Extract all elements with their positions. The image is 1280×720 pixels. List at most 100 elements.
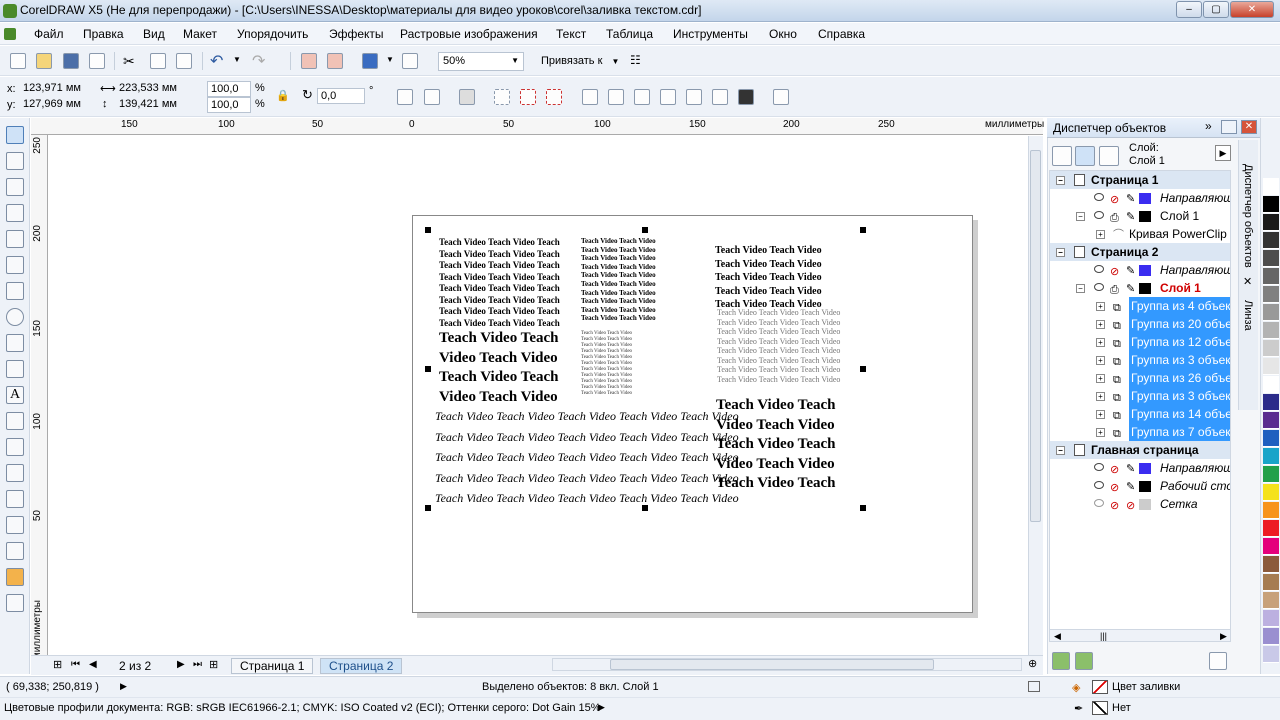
eyedropper-tool-icon[interactable] [6, 516, 24, 534]
undo-dropdown-icon[interactable]: ▼ [233, 55, 241, 64]
restore-button[interactable]: ▢ [1203, 1, 1229, 18]
pick-tool-icon[interactable] [6, 126, 24, 144]
palette-swatch[interactable] [1263, 196, 1279, 213]
text-fill-block-large-left[interactable]: Teach Video Teach Video Teach Video Teac… [439, 329, 558, 407]
show-properties-icon[interactable] [1052, 146, 1072, 166]
rotation-angle-field[interactable]: 0,0 [317, 88, 365, 104]
text-fill-block-micro[interactable]: Teach Video Teach Video Teach Video Teac… [581, 331, 632, 397]
fill-tool-icon[interactable] [6, 568, 24, 586]
expand-icon[interactable]: + [1096, 230, 1105, 239]
menu-tools[interactable]: Инструменты [673, 27, 748, 41]
copy-icon[interactable] [150, 53, 166, 69]
zoom-level-select[interactable]: 50% ▼ [438, 52, 524, 71]
back-minus-front-icon[interactable] [738, 89, 754, 105]
selection-handle[interactable] [425, 227, 431, 233]
expand-icon[interactable]: + [1096, 338, 1105, 347]
palette-swatch[interactable] [1263, 394, 1279, 411]
scale-y-field[interactable]: 100,0 [207, 97, 251, 113]
expand-status-icon[interactable]: ▶ [120, 681, 127, 692]
ungroup-icon[interactable] [520, 89, 536, 105]
snap-to-button[interactable]: Привязать к ▼ [541, 55, 619, 67]
cut-icon[interactable]: ✂ [123, 53, 135, 70]
outline-tool-icon[interactable] [6, 542, 24, 560]
collapse-icon[interactable]: − [1056, 176, 1065, 185]
minimize-docker-icon[interactable] [1221, 120, 1237, 134]
menu-window[interactable]: Окно [769, 27, 797, 41]
printing-disabled-icon[interactable]: ⊘ [1110, 497, 1119, 513]
new-document-icon[interactable] [10, 53, 26, 69]
horizontal-ruler[interactable]: 150 100 50 0 50 100 150 200 250 миллимет… [31, 118, 1044, 135]
text-fill-block-right-top[interactable]: Teach Video Teach Video Teach Video Teac… [715, 244, 822, 312]
first-page-icon[interactable]: ⏮ [71, 659, 80, 670]
tree-row-layer[interactable]: ⊘ ✎ Направляющие [1050, 189, 1230, 207]
palette-swatch[interactable] [1263, 214, 1279, 231]
interactive-fill-tool-icon[interactable] [6, 594, 24, 612]
selection-handle[interactable] [860, 227, 866, 233]
freehand-tool-icon[interactable] [6, 230, 24, 248]
menu-effects[interactable]: Эффекты [329, 27, 384, 41]
edit-disabled-icon[interactable]: ⊘ [1126, 497, 1135, 513]
scroll-left-icon[interactable]: ◀ [1054, 631, 1061, 642]
palette-swatch[interactable] [1263, 628, 1279, 645]
edit-pencil-icon[interactable]: ✎ [1126, 262, 1135, 279]
expand-profiles-icon[interactable]: ▶ [598, 702, 605, 713]
new-layer-icon[interactable] [1052, 652, 1070, 670]
edit-pencil-icon[interactable]: ✎ [1126, 280, 1135, 297]
palette-swatch[interactable] [1263, 574, 1279, 591]
collapse-icon[interactable]: − [1056, 446, 1065, 455]
tree-horizontal-scrollbar[interactable]: ◀ ||| ▶ [1049, 629, 1231, 642]
ungroup-all-icon[interactable] [546, 89, 562, 105]
table-tool-icon[interactable] [6, 412, 24, 430]
printing-disabled-icon[interactable]: ⊘ [1110, 479, 1119, 495]
color-proof-icon[interactable] [1028, 681, 1040, 692]
fill-swatch[interactable] [1092, 680, 1108, 694]
text-fill-block-faint[interactable]: Teach Video Teach Video Teach Video Teac… [717, 308, 840, 384]
visibility-eye-icon[interactable] [1094, 265, 1104, 273]
visibility-eye-icon[interactable] [1094, 463, 1104, 471]
selection-handle[interactable] [425, 505, 431, 511]
add-page-after-icon[interactable]: ⊞ [209, 658, 218, 671]
palette-swatch[interactable] [1263, 304, 1279, 321]
smart-fill-tool-icon[interactable] [6, 256, 24, 274]
palette-swatch[interactable] [1263, 268, 1279, 285]
tree-row-page[interactable]: − Главная страница [1050, 441, 1230, 459]
edit-across-layers-icon[interactable] [1075, 146, 1095, 166]
tree-row-active-layer[interactable]: − ⎙ ✎ Слой 1 [1050, 279, 1230, 297]
expand-icon[interactable]: + [1096, 320, 1105, 329]
height-field[interactable]: 139,421 мм [116, 97, 190, 113]
y-position-field[interactable]: 127,969 мм [20, 97, 94, 113]
expand-icon[interactable]: + [1096, 356, 1105, 365]
collapse-icon[interactable]: − [1056, 248, 1065, 257]
new-master-layer-icon[interactable] [1075, 652, 1093, 670]
palette-swatch[interactable] [1263, 646, 1279, 663]
menu-text[interactable]: Текст [556, 27, 586, 41]
selection-handle[interactable] [642, 505, 648, 511]
tab-page-1[interactable]: Страница 1 [231, 658, 314, 674]
tree-row-object[interactable]: + ⌒ Кривая PowerClip [1050, 225, 1230, 243]
zoom-navigator-icon[interactable]: ⊕ [1028, 657, 1037, 670]
rectangle-tool-icon[interactable] [6, 282, 24, 300]
next-page-icon[interactable]: ▶ [177, 659, 185, 670]
palette-swatch[interactable] [1263, 340, 1279, 357]
layer-manager-view-icon[interactable] [1099, 146, 1119, 166]
open-folder-icon[interactable] [36, 53, 52, 69]
lock-ratio-icon[interactable]: 🔒 [276, 89, 290, 102]
palette-swatch[interactable] [1263, 250, 1279, 267]
palette-swatch[interactable] [1263, 430, 1279, 447]
printing-disabled-icon[interactable]: ⊘ [1110, 263, 1119, 279]
trim-icon[interactable] [634, 89, 650, 105]
align-distribute-icon[interactable] [773, 89, 789, 105]
palette-swatch[interactable] [1263, 592, 1279, 609]
combine-icon[interactable] [582, 89, 598, 105]
application-launcher-icon[interactable] [362, 53, 378, 69]
basic-shapes-tool-icon[interactable] [6, 360, 24, 378]
tree-row-group[interactable]: + ⧉ Группа из 3 объектов [1050, 351, 1230, 369]
text-fill-block-tiny[interactable]: Teach Video Teach Video Teach Video Teac… [581, 237, 656, 323]
edit-pencil-icon[interactable]: ✎ [1126, 478, 1135, 495]
palette-swatch[interactable] [1263, 448, 1279, 465]
close-button[interactable]: ✕ [1230, 1, 1274, 18]
options-icon[interactable]: ☷ [630, 53, 646, 69]
vertical-ruler[interactable]: 250 200 150 100 50 миллиметры [31, 135, 48, 659]
zoom-tool-icon[interactable] [6, 204, 24, 222]
shape-tool-icon[interactable] [6, 152, 24, 170]
